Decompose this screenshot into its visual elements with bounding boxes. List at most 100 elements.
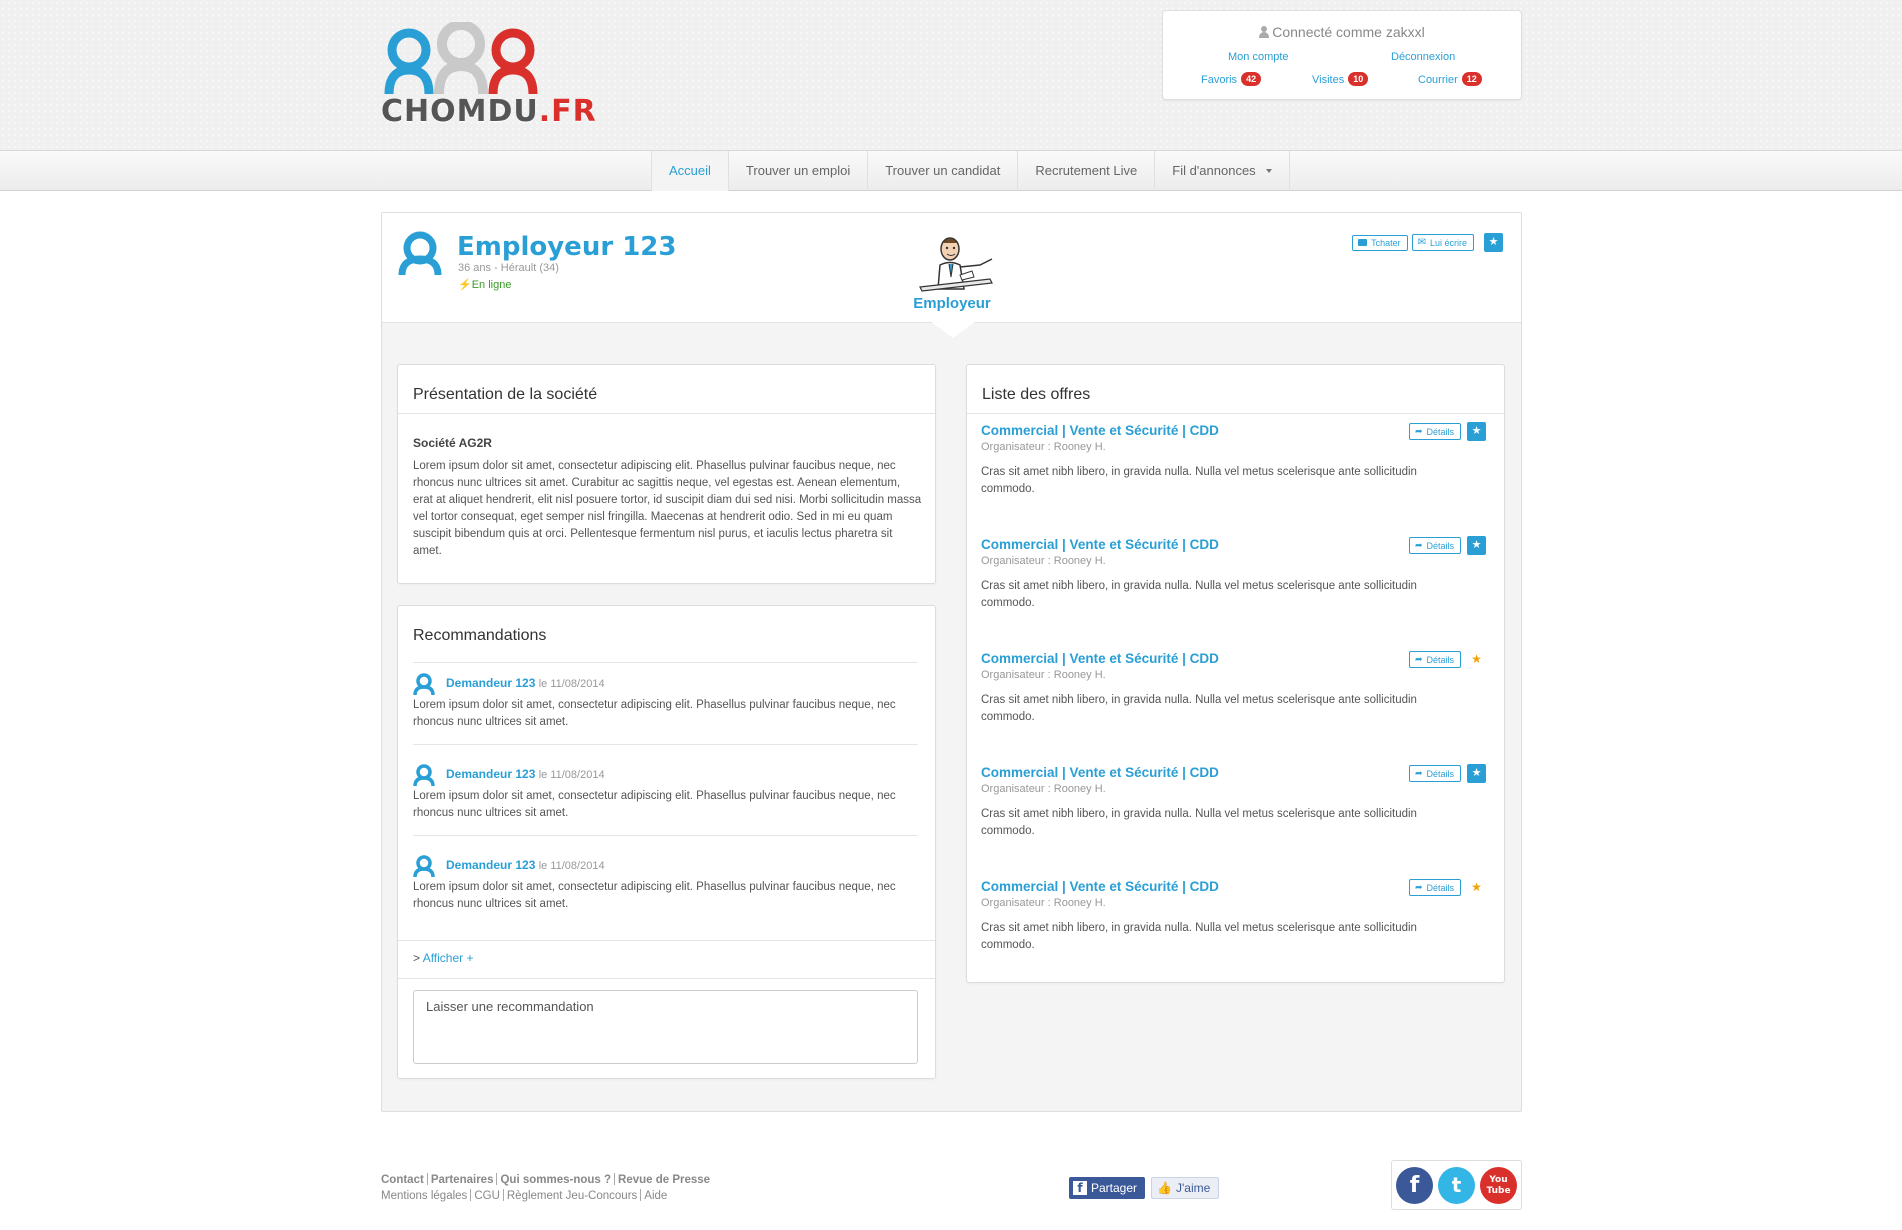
show-more-row: > Afficher + — [413, 951, 474, 965]
footer-link-press[interactable]: Revue de Presse — [618, 1174, 710, 1186]
offer-title-link[interactable]: Commercial | Vente et Sécurité | CDD — [981, 651, 1219, 666]
recommendation-author-link[interactable]: Demandeur 123 — [446, 676, 535, 690]
divider — [398, 978, 935, 979]
favorites-link[interactable]: Favoris 42 — [1201, 72, 1262, 86]
recommendation-input[interactable] — [413, 990, 918, 1064]
logo-people-icon — [384, 22, 538, 95]
divider — [413, 835, 918, 836]
chat-button[interactable]: Tchater — [1352, 234, 1408, 251]
footer-link-contact[interactable]: Contact — [381, 1174, 424, 1186]
star-icon[interactable]: ★ — [1467, 878, 1486, 897]
employer-illustration — [919, 237, 993, 292]
divider — [413, 662, 918, 663]
details-button[interactable]: ➦ Détails — [1408, 765, 1461, 782]
profile-actions: Tchater ✉ Lui écrire ★ — [1352, 233, 1503, 252]
show-more-link[interactable]: Afficher + — [423, 951, 474, 965]
share-arrow-icon: ➦ — [1414, 768, 1423, 778]
recommendation-author-link[interactable]: Demandeur 123 — [446, 858, 535, 872]
recommendation-text: Lorem ipsum dolor sit amet, consectetur … — [413, 699, 896, 728]
offer-organizer: Organisateur : Rooney H. — [981, 669, 1106, 681]
offers-panel: Liste des offres Commercial | Vente et S… — [966, 364, 1505, 983]
recommendations-title: Recommandations — [413, 627, 547, 644]
offers-title: Liste des offres — [982, 386, 1091, 403]
footer-link-help[interactable]: Aide — [644, 1190, 667, 1202]
offer-organizer: Organisateur : Rooney H. — [981, 441, 1106, 453]
show-more-prefix: > — [413, 951, 421, 965]
site-logo[interactable]: CHOMDU.FR — [381, 22, 596, 130]
favorites-count-badge: 42 — [1241, 72, 1262, 86]
offer-title-link[interactable]: Commercial | Vente et Sécurité | CDD — [981, 537, 1219, 552]
footer-link-contest-rules[interactable]: Règlement Jeu-Concours — [507, 1190, 637, 1202]
profile-card: Employeur 123 36 ans - Hérault (34) ⚡En … — [381, 212, 1522, 1112]
favorite-star-button[interactable]: ★ — [1467, 764, 1486, 783]
share-arrow-icon: ➦ — [1414, 540, 1423, 550]
list-item: Demandeur 123 le 11/08/2014 Lorem ipsum … — [413, 764, 918, 822]
connected-as: Connecté comme zakxxl — [1163, 24, 1521, 40]
offer-item: Commercial | Vente et Sécurité | CDD Org… — [981, 651, 1486, 743]
nav-item-live-recruitment[interactable]: Recrutement Live — [1018, 151, 1156, 191]
favorite-star-button[interactable]: ★ — [1467, 422, 1486, 441]
details-button[interactable]: ➦ Détails — [1408, 423, 1461, 440]
profile-name: Employeur 123 — [457, 232, 677, 262]
facebook-share-button[interactable]: f Partager — [1069, 1177, 1146, 1199]
avatar-icon — [413, 855, 435, 877]
footer-link-about[interactable]: Qui sommes-nous ? — [500, 1174, 611, 1186]
recommendation-date: le 11/08/2014 — [538, 860, 605, 872]
logout-link[interactable]: Déconnexion — [1391, 51, 1455, 63]
profile-header: Employeur 123 36 ans - Hérault (34) ⚡En … — [382, 213, 1521, 323]
profile-age-location: 36 ans - Hérault (34) — [458, 262, 559, 274]
youtube-icon[interactable]: You Tube — [1480, 1166, 1517, 1204]
nav-item-find-job[interactable]: Trouver un emploi — [729, 151, 869, 191]
details-button[interactable]: ➦ Détails — [1408, 651, 1461, 668]
recommendation-text: Lorem ipsum dolor sit amet, consectetur … — [413, 790, 896, 819]
recommendation-text: Lorem ipsum dolor sit amet, consectetur … — [413, 881, 896, 910]
header-pointer-arrow — [931, 322, 975, 338]
nav-item-find-candidate[interactable]: Trouver un candidat — [868, 151, 1019, 191]
nav-item-ads-feed[interactable]: Fil d'annonces — [1155, 151, 1290, 191]
footer-link-partners[interactable]: Partenaires — [431, 1174, 494, 1186]
offer-description: Cras sit amet nibh libero, in gravida nu… — [981, 466, 1417, 495]
main-navbar: Accueil Trouver un emploi Trouver un can… — [0, 150, 1902, 191]
thumbs-up-icon: 👍 — [1157, 1181, 1172, 1195]
avatar-icon — [413, 764, 435, 786]
offer-item: Commercial | Vente et Sécurité | CDD Org… — [981, 764, 1486, 857]
offer-item: Commercial | Vente et Sécurité | CDD Org… — [981, 879, 1486, 971]
mail-link[interactable]: Courrier 12 — [1418, 72, 1482, 86]
envelope-icon: ✉ — [1417, 237, 1426, 248]
facebook-like-button[interactable]: 👍 J'aime — [1151, 1177, 1220, 1199]
favorite-star-button[interactable]: ★ — [1467, 536, 1486, 555]
divider — [967, 413, 1504, 414]
offer-title-link[interactable]: Commercial | Vente et Sécurité | CDD — [981, 879, 1219, 894]
social-links: f t You Tube — [1391, 1160, 1522, 1210]
write-message-button[interactable]: ✉ Lui écrire — [1411, 234, 1474, 251]
divider — [398, 413, 935, 414]
visits-link[interactable]: Visites 10 — [1312, 72, 1369, 86]
details-button[interactable]: ➦ Détails — [1408, 537, 1461, 554]
offer-title-link[interactable]: Commercial | Vente et Sécurité | CDD — [981, 765, 1219, 780]
facebook-icon[interactable]: f — [1396, 1166, 1433, 1204]
footer-link-legal[interactable]: Mentions légales — [381, 1190, 467, 1202]
divider — [398, 940, 935, 941]
offer-description: Cras sit amet nibh libero, in gravida nu… — [981, 808, 1417, 837]
my-account-link[interactable]: Mon compte — [1228, 51, 1289, 63]
divider — [413, 744, 918, 745]
details-button[interactable]: ➦ Détails — [1408, 879, 1461, 896]
online-status: ⚡En ligne — [458, 279, 512, 291]
footer-link-cgu[interactable]: CGU — [474, 1190, 500, 1202]
nav-menu: Accueil Trouver un emploi Trouver un can… — [651, 151, 1290, 191]
avatar — [398, 231, 442, 276]
offer-title-link[interactable]: Commercial | Vente et Sécurité | CDD — [981, 423, 1219, 438]
recommendation-author-link[interactable]: Demandeur 123 — [446, 767, 535, 781]
offer-description: Cras sit amet nibh libero, in gravida nu… — [981, 694, 1417, 723]
star-icon[interactable]: ★ — [1467, 650, 1486, 669]
company-panel: Présentation de la société Société AG2R … — [397, 364, 936, 584]
share-arrow-icon: ➦ — [1414, 426, 1423, 436]
recommendations-panel: Recommandations Demandeur 123 le 11/08/2… — [397, 605, 936, 1079]
recommendation-date: le 11/08/2014 — [538, 678, 605, 690]
company-description: Lorem ipsum dolor sit amet, consectetur … — [413, 460, 922, 557]
nav-item-home[interactable]: Accueil — [652, 151, 729, 191]
twitter-icon[interactable]: t — [1438, 1166, 1475, 1204]
favorite-star-button[interactable]: ★ — [1484, 233, 1503, 252]
header-background — [0, 0, 1902, 150]
offer-organizer: Organisateur : Rooney H. — [981, 897, 1106, 909]
